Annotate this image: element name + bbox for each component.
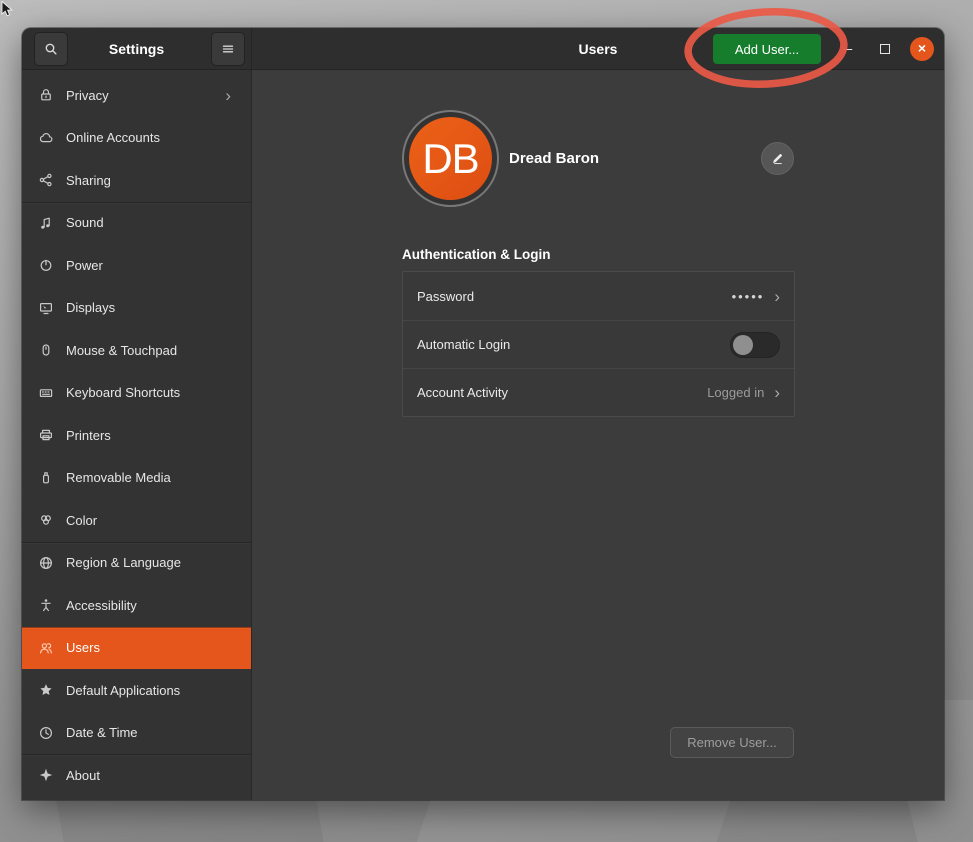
auth-section-title: Authentication & Login: [402, 247, 550, 262]
cloud-icon: [38, 130, 54, 146]
sidebar-item-about[interactable]: About: [22, 754, 251, 797]
sidebar-item-mouse-touchpad[interactable]: Mouse & Touchpad: [22, 329, 251, 372]
sidebar-item-label: Sound: [66, 215, 237, 230]
sidebar-item-label: About: [66, 768, 237, 783]
sidebar: Privacy› Online Accounts Sharing Sound Power…: [22, 70, 252, 800]
sidebar-item-region-language[interactable]: Region & Language: [22, 542, 251, 585]
sidebar-item-sharing[interactable]: Sharing: [22, 159, 251, 202]
sidebar-item-label: Sharing: [66, 173, 237, 188]
sparkle-icon: [38, 767, 54, 783]
password-dots: •••••: [732, 289, 765, 304]
add-user-button[interactable]: Add User...: [713, 34, 821, 64]
sidebar-item-removable-media[interactable]: Removable Media: [22, 457, 251, 500]
close-button[interactable]: ×: [910, 37, 934, 61]
search-button[interactable]: [34, 32, 68, 66]
edit-name-button[interactable]: [761, 142, 794, 175]
content-headerbar: Users Add User... – ×: [252, 28, 944, 69]
search-icon: [43, 41, 59, 57]
row-label: Account Activity: [417, 385, 707, 400]
sidebar-item-accessibility[interactable]: Accessibility: [22, 584, 251, 627]
clock-icon: [38, 725, 54, 741]
sidebar-item-privacy[interactable]: Privacy›: [22, 74, 251, 117]
headerbar: Settings Users Add User... – ×: [22, 28, 944, 70]
account-activity-value: Logged in: [707, 385, 764, 400]
sidebar-item-users[interactable]: Users: [22, 627, 251, 670]
pencil-icon: [770, 151, 785, 166]
sidebar-item-label: Users: [66, 640, 237, 655]
mouse-icon: [38, 342, 54, 358]
password-row[interactable]: Password••••• ›: [403, 272, 794, 320]
settings-title: Settings: [109, 41, 164, 57]
lock-icon: [38, 87, 54, 103]
wallpaper-facet: [56, 800, 323, 842]
sidebar-item-sound[interactable]: Sound: [22, 202, 251, 245]
sidebar-item-color[interactable]: Color: [22, 499, 251, 542]
sidebar-item-label: Accessibility: [66, 598, 237, 613]
sidebar-item-label: Date & Time: [66, 725, 237, 740]
sidebar-item-power[interactable]: Power: [22, 244, 251, 287]
mouse-cursor: [1, 1, 17, 19]
account-activity-row[interactable]: Account ActivityLogged in ›: [403, 368, 794, 416]
hamburger-menu-icon: [220, 41, 236, 57]
flash-drive-icon: [38, 470, 54, 486]
chevron-right-icon: ›: [774, 288, 780, 305]
sidebar-item-label: Keyboard Shortcuts: [66, 385, 237, 400]
row-label: Automatic Login: [417, 337, 730, 352]
minimize-button[interactable]: –: [838, 40, 858, 57]
sidebar-item-default-applications[interactable]: Default Applications: [22, 669, 251, 712]
sidebar-item-displays[interactable]: Displays: [22, 287, 251, 330]
maximize-button[interactable]: [880, 44, 890, 54]
sidebar-item-label: Displays: [66, 300, 237, 315]
chevron-right-icon: ›: [225, 87, 231, 104]
users-icon: [38, 640, 54, 656]
sidebar-item-date-time[interactable]: Date & Time: [22, 712, 251, 755]
sidebar-item-label: Removable Media: [66, 470, 237, 485]
chevron-right-icon: ›: [774, 384, 780, 401]
sidebar-item-label: Online Accounts: [66, 130, 237, 145]
star-icon: [38, 682, 54, 698]
power-icon: [38, 257, 54, 273]
user-avatar[interactable]: DB: [402, 110, 499, 207]
sidebar-item-label: Region & Language: [66, 555, 237, 570]
display-icon: [38, 300, 54, 316]
sidebar-item-label: Default Applications: [66, 683, 237, 698]
printer-icon: [38, 427, 54, 443]
sidebar-item-label: Privacy: [66, 88, 225, 103]
sidebar-item-online-accounts[interactable]: Online Accounts: [22, 117, 251, 160]
menu-button[interactable]: [211, 32, 245, 66]
automatic-login-row[interactable]: Automatic Login: [403, 320, 794, 368]
color-circles-icon: [38, 512, 54, 528]
sidebar-headerbar: Settings: [22, 28, 252, 69]
users-panel: DB Dread Baron Authentication & Login Pa…: [252, 70, 944, 800]
automatic-login-toggle[interactable]: [730, 332, 780, 358]
auth-login-box: Password••••• › Automatic Login Account Act…: [402, 271, 795, 417]
user-full-name: Dread Baron: [509, 150, 599, 167]
sidebar-item-printers[interactable]: Printers: [22, 414, 251, 457]
sidebar-item-label: Color: [66, 513, 237, 528]
row-label: Password: [417, 289, 732, 304]
page-title: Users: [579, 41, 618, 57]
accessibility-person-icon: [38, 597, 54, 613]
keyboard-icon: [38, 385, 54, 401]
share-icon: [38, 172, 54, 188]
settings-window: Settings Users Add User... – × Privacy›O…: [22, 28, 944, 800]
globe-icon: [38, 555, 54, 571]
sidebar-item-label: Power: [66, 258, 237, 273]
avatar-initials: DB: [409, 117, 492, 200]
music-note-icon: [38, 215, 54, 231]
sidebar-item-keyboard-shortcuts[interactable]: Keyboard Shortcuts: [22, 372, 251, 415]
sidebar-item-label: Printers: [66, 428, 237, 443]
remove-user-button[interactable]: Remove User...: [670, 727, 794, 758]
sidebar-item-label: Mouse & Touchpad: [66, 343, 237, 358]
